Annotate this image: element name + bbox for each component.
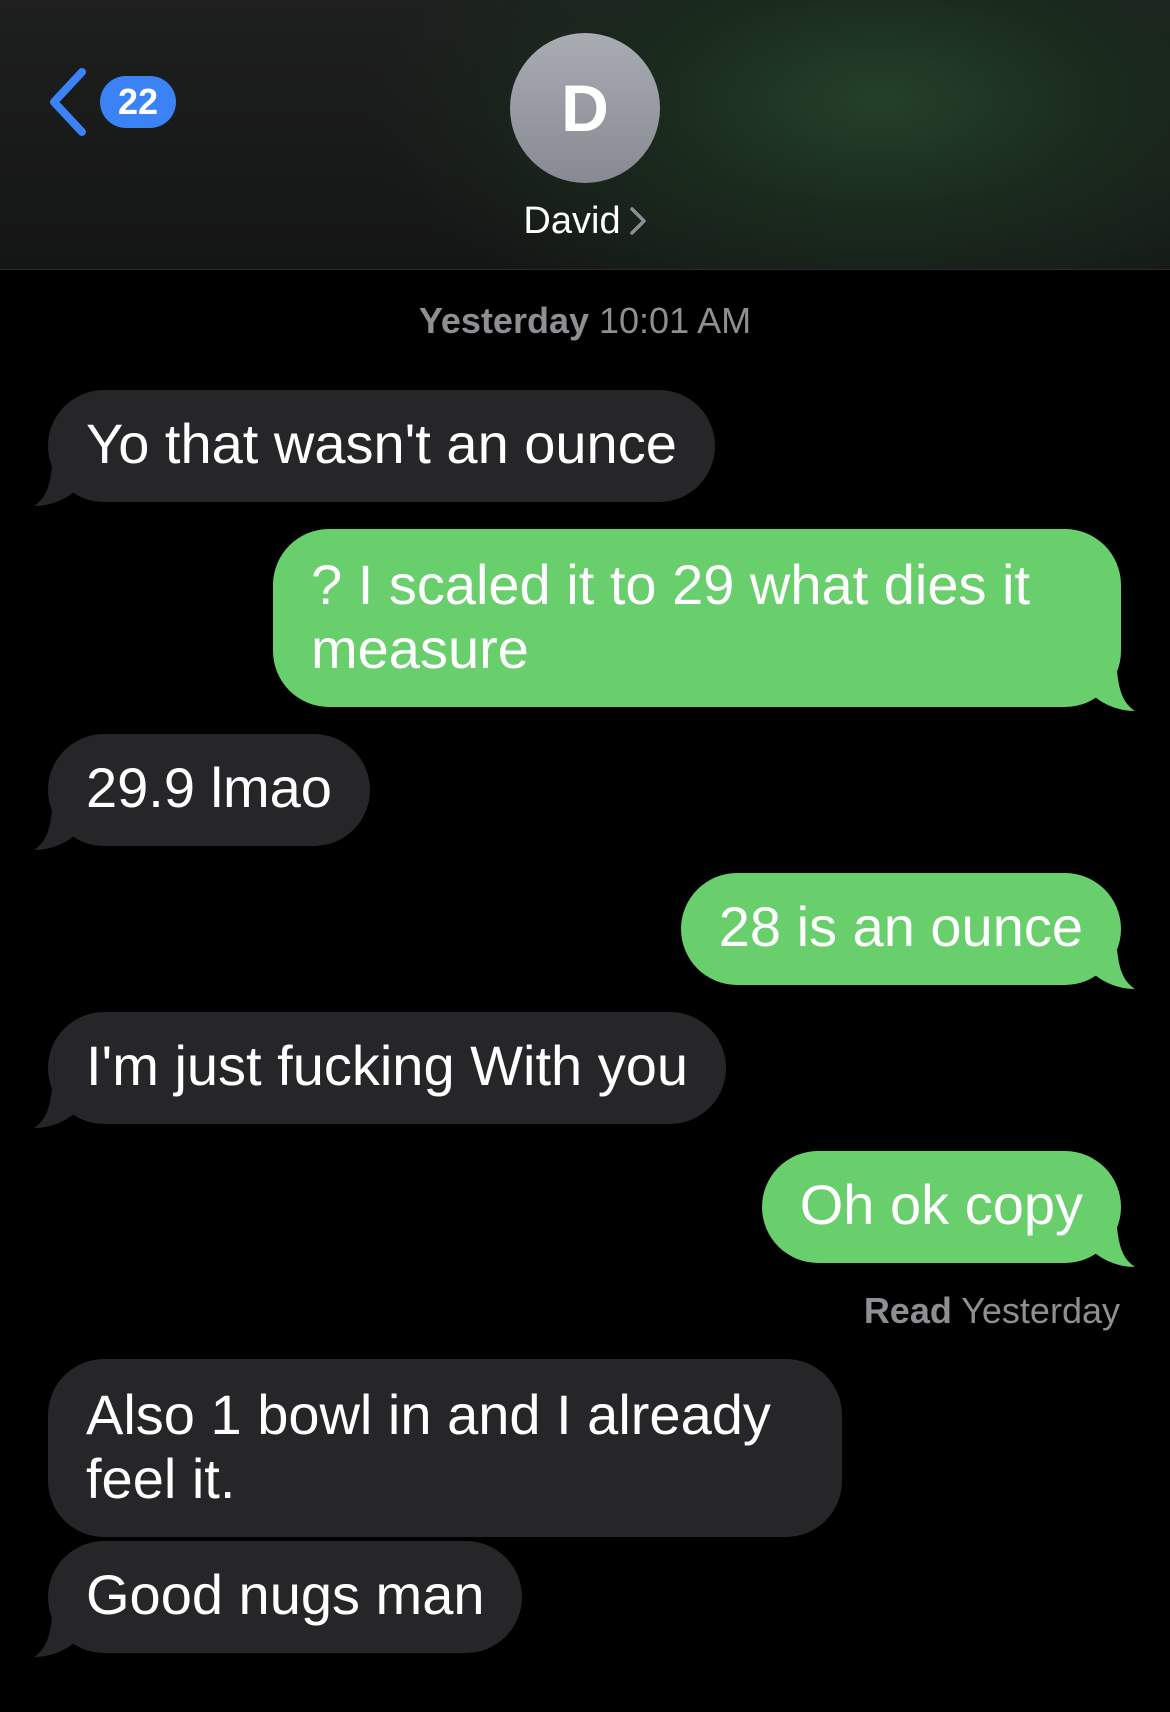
conversation-header: 22 D David bbox=[0, 0, 1170, 270]
timestamp-time: 10:01 AM bbox=[599, 300, 752, 341]
chevron-right-icon bbox=[629, 207, 646, 235]
message-text: Yo that wasn't an ounce bbox=[48, 390, 715, 502]
message-outgoing[interactable]: 28 is an ounce bbox=[680, 873, 1135, 989]
message-text: Oh ok copy bbox=[761, 1151, 1121, 1263]
message-incoming[interactable]: Good nugs man bbox=[34, 1541, 523, 1657]
message-text: Good nugs man bbox=[48, 1541, 523, 1653]
message-text: Also 1 bowl in and I already feel it. bbox=[48, 1359, 842, 1537]
message-text: 28 is an ounce bbox=[680, 873, 1121, 985]
chevron-left-icon bbox=[50, 68, 86, 136]
message-outgoing[interactable]: ? I scaled it to 29 what dies it measure bbox=[273, 529, 1135, 711]
message-text: I'm just fucking With you bbox=[48, 1012, 726, 1124]
contact-name-button[interactable]: David bbox=[0, 196, 1170, 246]
unread-count-badge: 22 bbox=[100, 76, 176, 128]
message-incoming[interactable]: Yo that wasn't an ounce bbox=[34, 390, 715, 506]
message-outgoing[interactable]: Oh ok copy bbox=[761, 1151, 1135, 1267]
read-label: Read bbox=[863, 1290, 952, 1331]
message-incoming[interactable]: Also 1 bowl in and I already feel it. bbox=[48, 1359, 842, 1537]
message-incoming[interactable]: 29.9 lmao bbox=[34, 734, 370, 850]
contact-avatar[interactable]: D bbox=[510, 33, 660, 183]
read-time: Yesterday bbox=[961, 1290, 1120, 1331]
timestamp-day: Yesterday bbox=[418, 300, 589, 341]
back-button[interactable]: 22 bbox=[46, 66, 196, 138]
message-incoming[interactable]: I'm just fucking With you bbox=[34, 1012, 726, 1128]
message-text: ? I scaled it to 29 what dies it measure bbox=[273, 529, 1121, 707]
message-text: 29.9 lmao bbox=[48, 734, 370, 846]
read-receipt: Read Yesterday bbox=[864, 1290, 1120, 1332]
message-timestamp: Yesterday 10:01 AM bbox=[0, 300, 1170, 342]
contact-name: David bbox=[523, 199, 621, 242]
